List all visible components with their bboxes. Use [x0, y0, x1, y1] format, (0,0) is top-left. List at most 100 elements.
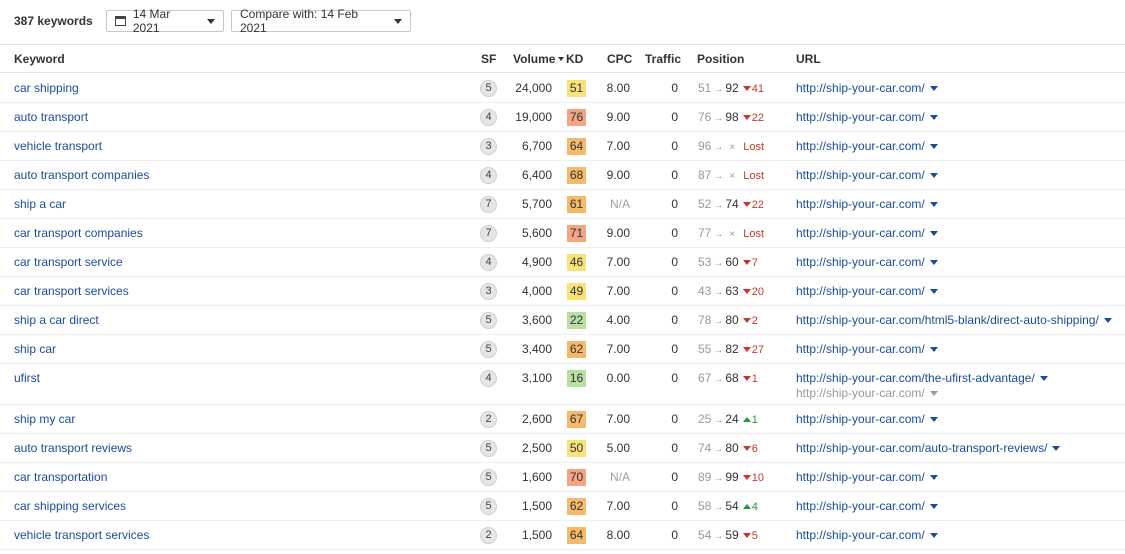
position-change-value: 1	[751, 414, 758, 426]
chevron-down-icon[interactable]	[929, 260, 938, 265]
serp-features-badge[interactable]: 3	[480, 138, 497, 155]
serp-features-badge[interactable]: 5	[480, 469, 497, 486]
chevron-down-icon[interactable]	[929, 173, 938, 178]
url-link[interactable]: http://ship-your-car.com/	[796, 412, 938, 426]
keyword-link[interactable]: auto transport reviews	[14, 441, 132, 455]
column-traffic[interactable]: Traffic	[645, 52, 681, 66]
url-link[interactable]: http://ship-your-car.com/	[796, 168, 938, 182]
position-old: 96	[698, 139, 712, 153]
keyword-link[interactable]: car transport services	[14, 284, 129, 298]
keyword-link[interactable]: ship a car	[14, 197, 66, 211]
keyword-link[interactable]: vehicle transport services	[14, 528, 149, 542]
position-change: 6	[742, 443, 758, 455]
serp-features-badge[interactable]: 5	[480, 498, 497, 515]
keyword-link[interactable]: vehicle transport	[14, 139, 102, 153]
url-text: http://ship-your-car.com/html5-blank/dir…	[796, 313, 1099, 327]
url-link[interactable]: http://ship-your-car.com/	[796, 284, 938, 298]
compare-dropdown[interactable]: Compare with: 14 Feb 2021	[231, 7, 411, 35]
chevron-down-icon[interactable]	[929, 115, 938, 120]
url-link[interactable]: http://ship-your-car.com/	[796, 255, 938, 269]
chevron-down-icon[interactable]	[929, 144, 938, 149]
chevron-down-icon[interactable]	[929, 347, 938, 352]
keyword-link[interactable]: car shipping services	[14, 499, 126, 513]
chevron-down-icon[interactable]	[929, 289, 938, 294]
position-old: 89	[698, 470, 712, 484]
table-row: car shipping 5 24,000 51 8.00 0 51 → 92 41 http://…	[0, 73, 1125, 103]
serp-features-badge[interactable]: 7	[480, 196, 497, 213]
position-change-value: 2	[751, 315, 758, 327]
serp-features-badge[interactable]: 5	[480, 312, 497, 329]
serp-features-badge[interactable]: 4	[480, 167, 497, 184]
column-keyword[interactable]: Keyword	[14, 52, 65, 66]
serp-features-badge[interactable]: 4	[480, 370, 497, 387]
position-change-value: 22	[751, 112, 764, 124]
column-sf[interactable]: SF	[481, 52, 496, 66]
serp-features-badge[interactable]: 2	[480, 527, 497, 544]
url-link[interactable]: http://ship-your-car.com/html5-blank/dir…	[796, 313, 1112, 327]
serp-features-badge[interactable]: 5	[480, 80, 497, 97]
keyword-link[interactable]: car shipping	[14, 81, 79, 95]
volume-value: 2,500	[521, 441, 552, 455]
url-link-secondary[interactable]: http://ship-your-car.com/	[796, 386, 938, 400]
table-row: auto transport 4 19,000 76 9.00 0 76 → 98 22 http:…	[0, 102, 1125, 132]
chevron-down-icon[interactable]	[929, 417, 938, 422]
serp-features-badge[interactable]: 7	[480, 225, 497, 242]
chevron-down-icon[interactable]	[929, 202, 938, 207]
keyword-link[interactable]: ship car	[14, 342, 56, 356]
chevron-down-icon[interactable]	[1103, 318, 1112, 323]
chevron-down-icon[interactable]	[929, 533, 938, 538]
chevron-down-icon[interactable]	[929, 231, 938, 236]
chevron-down-icon[interactable]	[929, 504, 938, 509]
url-link[interactable]: http://ship-your-car.com/	[796, 528, 938, 542]
keyword-link[interactable]: auto transport companies	[14, 168, 149, 182]
column-kd[interactable]: KD	[566, 52, 583, 66]
chevron-down-icon[interactable]	[929, 86, 938, 91]
serp-features-badge[interactable]: 5	[480, 341, 497, 358]
cpc-value: 8.00	[606, 81, 630, 95]
arrow-right-icon: →	[713, 374, 724, 385]
url-link[interactable]: http://ship-your-car.com/	[796, 470, 938, 484]
keyword-link[interactable]: ship my car	[14, 412, 75, 426]
serp-features-badge[interactable]: 4	[480, 109, 497, 126]
url-link[interactable]: http://ship-your-car.com/	[796, 110, 938, 124]
column-volume[interactable]: Volume	[513, 52, 565, 66]
keyword-link[interactable]: car transport companies	[14, 226, 143, 240]
keyword-link[interactable]: car transport service	[14, 255, 123, 269]
position-change-value: 20	[751, 286, 764, 298]
table-row: car transport services 3 4,000 49 7.00 0 43 → 63…	[0, 276, 1125, 306]
url-text: http://ship-your-car.com/	[796, 284, 925, 298]
chevron-down-icon[interactable]	[1039, 376, 1048, 381]
url-link[interactable]: http://ship-your-car.com/	[796, 342, 938, 356]
url-link[interactable]: http://ship-your-car.com/	[796, 81, 938, 95]
chevron-down-icon[interactable]	[929, 475, 938, 480]
position-new: 60	[725, 255, 739, 269]
keyword-link[interactable]: ship a car direct	[14, 313, 99, 327]
position-change: 10	[742, 472, 764, 484]
volume-value: 2,600	[521, 412, 552, 426]
position-change-value: 10	[751, 472, 764, 484]
url-link[interactable]: http://ship-your-car.com/	[796, 197, 938, 211]
column-cpc[interactable]: CPC	[607, 52, 632, 66]
serp-features-badge[interactable]: 4	[480, 254, 497, 271]
keyword-link[interactable]: ufirst	[14, 371, 40, 385]
url-link[interactable]: http://ship-your-car.com/	[796, 139, 938, 153]
serp-features-badge[interactable]: 3	[480, 283, 497, 300]
position-old: 74	[698, 441, 712, 455]
position-change: 1	[742, 373, 758, 385]
position-new: ×	[729, 171, 736, 182]
position-change-value: 7	[751, 257, 758, 269]
url-link[interactable]: http://ship-your-car.com/	[796, 499, 938, 513]
url-link[interactable]: http://ship-your-car.com/	[796, 226, 938, 240]
chevron-down-icon[interactable]	[1052, 446, 1061, 451]
date-dropdown[interactable]: 14 Mar 2021	[106, 7, 224, 35]
position-change: 41	[742, 83, 764, 95]
column-position[interactable]: Position	[697, 52, 744, 66]
keyword-link[interactable]: car transportation	[14, 470, 107, 484]
url-link[interactable]: http://ship-your-car.com/the-ufirst-adva…	[796, 371, 1048, 385]
serp-features-badge[interactable]: 2	[480, 411, 497, 428]
chevron-down-icon[interactable]	[929, 391, 938, 396]
keyword-link[interactable]: auto transport	[14, 110, 88, 124]
url-link[interactable]: http://ship-your-car.com/auto-transport-…	[796, 441, 1061, 455]
serp-features-badge[interactable]: 5	[480, 440, 497, 457]
column-url[interactable]: URL	[796, 52, 821, 66]
